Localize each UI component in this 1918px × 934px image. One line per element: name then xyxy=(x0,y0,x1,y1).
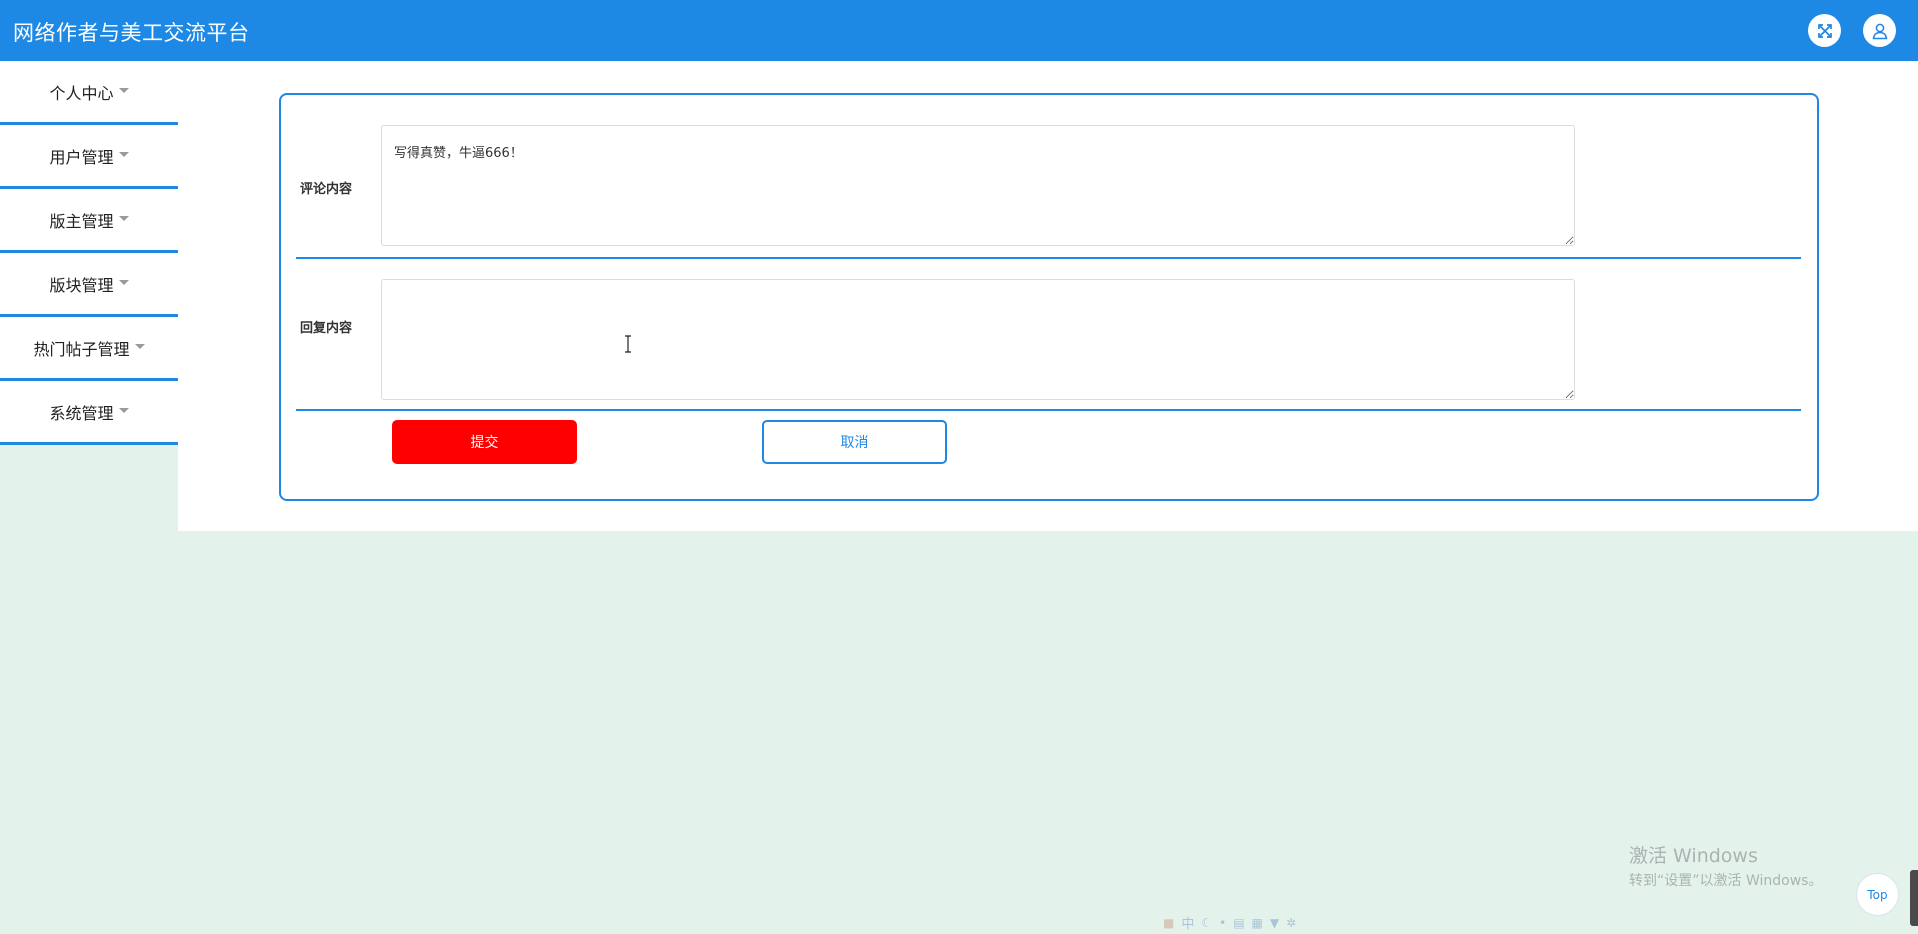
user-profile-button[interactable] xyxy=(1863,14,1896,47)
sidebar-item-label: 用户管理 xyxy=(49,147,114,167)
watermark-title: 激活 Windows xyxy=(1629,845,1758,867)
caret-down-icon xyxy=(118,280,129,285)
fullscreen-button[interactable] xyxy=(1808,14,1841,47)
reply-row: 回复内容 xyxy=(296,259,1801,411)
sidebar-item-board-management[interactable]: 版块管理 xyxy=(0,253,178,317)
caret-down-icon xyxy=(118,88,129,93)
sidebar-item-user-management[interactable]: 用户管理 xyxy=(0,125,178,189)
sidebar-item-system-management[interactable]: 系统管理 xyxy=(0,381,178,445)
watermark-subtitle: 转到“设置”以激活 Windows。 xyxy=(1629,873,1823,889)
sidebar-item-label: 系统管理 xyxy=(49,403,114,423)
dots-icon[interactable]: • xyxy=(1219,916,1226,930)
side-panel-handle[interactable] xyxy=(1910,870,1918,926)
user-icon xyxy=(1872,23,1887,39)
ime-toolbar: ■ 中 ☾ • ▤ ▦ ▼ ✲ xyxy=(1163,913,1296,933)
keyboard-icon[interactable]: ▤ xyxy=(1233,916,1244,930)
comment-label: 评论内容 xyxy=(300,182,353,197)
caret-down-icon xyxy=(118,152,129,157)
sidebar-menu: 个人中心 用户管理 版主管理 版块管理 热门帖子管理 系统管理 xyxy=(0,61,178,445)
caret-down-icon xyxy=(134,344,145,349)
back-to-top-button[interactable]: Top xyxy=(1856,873,1899,916)
app-title: 网络作者与美工交流平台 xyxy=(13,21,250,45)
ime-language-label[interactable]: 中 xyxy=(1181,913,1194,932)
top-header-bar: 网络作者与美工交流平台 xyxy=(0,0,1918,61)
reply-form: 评论内容 写得真赞，牛逼666！ 回复内容 提交 取消 xyxy=(279,93,1819,501)
cancel-button[interactable]: 取消 xyxy=(762,420,947,464)
sidebar-item-personal-center[interactable]: 个人中心 xyxy=(0,61,178,125)
shirt-icon[interactable]: ▼ xyxy=(1270,916,1279,930)
sidebar-item-label: 版主管理 xyxy=(49,211,114,231)
fullscreen-expand-icon xyxy=(1817,23,1832,38)
text-cursor-icon xyxy=(625,335,631,353)
sidebar-item-label: 热门帖子管理 xyxy=(33,339,130,359)
grid-icon[interactable]: ▦ xyxy=(1252,916,1263,930)
moon-icon[interactable]: ☾ xyxy=(1201,916,1212,930)
sidebar-item-label: 个人中心 xyxy=(49,83,114,103)
sidebar-item-label: 版块管理 xyxy=(49,275,114,295)
submit-button[interactable]: 提交 xyxy=(392,420,577,464)
sidebar-item-moderator-management[interactable]: 版主管理 xyxy=(0,189,178,253)
ime-logo-icon[interactable]: ■ xyxy=(1163,916,1174,930)
caret-down-icon xyxy=(118,216,129,221)
windows-activation-watermark: 激活 Windows 转到“设置”以激活 Windows。 xyxy=(1629,841,1822,890)
comment-textarea[interactable]: 写得真赞，牛逼666！ xyxy=(381,125,1575,246)
caret-down-icon xyxy=(118,408,129,413)
gear-icon[interactable]: ✲ xyxy=(1286,916,1296,930)
comment-row: 评论内容 写得真赞，牛逼666！ xyxy=(296,95,1801,259)
sidebar-item-hot-posts-management[interactable]: 热门帖子管理 xyxy=(0,317,178,381)
reply-label: 回复内容 xyxy=(300,321,353,336)
reply-textarea[interactable] xyxy=(381,279,1575,400)
